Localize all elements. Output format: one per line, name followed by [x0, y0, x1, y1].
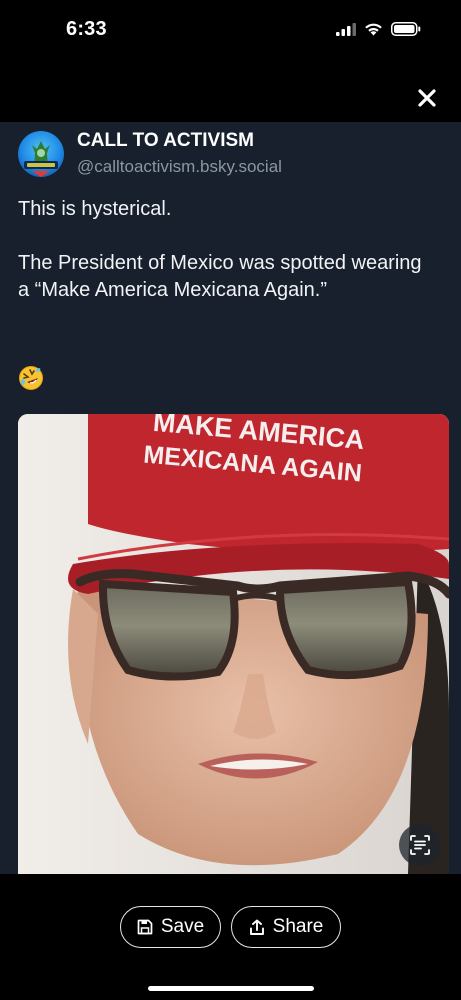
avatar-image — [24, 141, 58, 177]
save-icon — [137, 919, 153, 935]
post-card: CALL TO ACTIVISM @calltoactivism.bsky.so… — [0, 122, 461, 874]
signal-icon — [336, 22, 356, 36]
post-text: This is hysterical. The President of Mex… — [18, 196, 438, 304]
author-avatar[interactable] — [18, 131, 64, 177]
status-icons — [336, 22, 421, 36]
photo-illustration: MAKE AMERICA MEXICANA AGAIN — [18, 414, 449, 874]
battery-icon — [391, 22, 421, 36]
share-label: Share — [272, 916, 324, 937]
post-paragraph: The President of Mexico was spotted wear… — [18, 252, 422, 301]
share-icon — [249, 919, 264, 935]
post-paragraph: This is hysterical. — [18, 198, 172, 220]
bottom-action-bar: Save Share — [0, 874, 461, 1000]
save-label: Save — [160, 916, 205, 937]
close-icon — [418, 89, 436, 107]
rolling-laughing-emoji-icon — [19, 366, 43, 390]
status-time: 6:33 — [66, 18, 107, 40]
close-button[interactable] — [415, 86, 439, 110]
home-indicator[interactable] — [148, 986, 314, 991]
author-name[interactable]: CALL TO ACTIVISM — [77, 130, 254, 152]
alt-text-button[interactable] — [399, 824, 441, 866]
wifi-icon — [365, 23, 382, 36]
share-button[interactable]: Share — [231, 906, 341, 948]
save-button[interactable]: Save — [120, 906, 221, 948]
author-handle[interactable]: @calltoactivism.bsky.social — [77, 157, 282, 177]
status-bar: 6:33 — [0, 0, 461, 64]
post-image[interactable]: MAKE AMERICA MEXICANA AGAIN — [18, 414, 449, 874]
alt-text-icon — [410, 835, 430, 855]
